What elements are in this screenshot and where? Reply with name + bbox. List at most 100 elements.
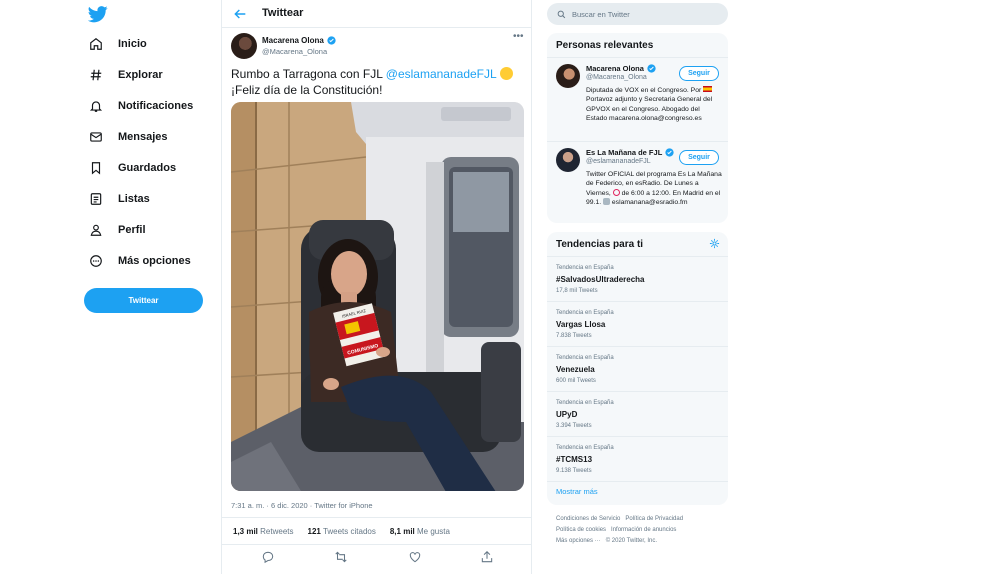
avatar[interactable]	[231, 33, 257, 59]
person-card[interactable]: Macarena Olona @Macarena_Olona Seguir Di…	[547, 59, 728, 142]
trend-context: Tendencia en España	[556, 355, 614, 361]
trend-item[interactable]: Tendencia en España #TCMS13 9.138 Tweets	[547, 437, 728, 482]
show-more-link[interactable]: Mostrar más	[556, 487, 598, 496]
hashtag-icon	[88, 67, 104, 83]
train-photo-illustration: ISRAEL RUIZ COMUNISMO	[231, 102, 524, 491]
nav-item-mensajes[interactable]: Mensajes	[88, 124, 168, 150]
nav-item-label: Perfil	[118, 224, 146, 236]
trend-item[interactable]: Tendencia en España Vargas Llosa 7.838 T…	[547, 302, 728, 347]
spain-flag-icon	[703, 86, 713, 92]
trend-item[interactable]: Tendencia en España UPyD 3.394 Tweets	[547, 392, 728, 437]
mention-link[interactable]: @eslamananadeFJL	[386, 67, 496, 81]
bio-text: Portavoz adjunto y Secretaria General de…	[586, 96, 713, 123]
bio-text: Diputada de VOX en el Congreso. Por	[586, 87, 704, 94]
more-circle-icon	[88, 253, 104, 269]
likes-label: Me gusta	[417, 526, 450, 536]
tweet-text-line2: ¡Feliz día de la Constitución!	[231, 83, 383, 97]
retweets-stat[interactable]: 1,3 mil Retweets	[233, 527, 294, 536]
retweets-label: Retweets	[260, 526, 294, 536]
quotes-count: 121	[307, 526, 321, 536]
tweet-text-part: Rumbo a Tarragona con FJL	[231, 67, 386, 81]
relevant-people-panel: Personas relevantes Macarena Olona @Maca…	[547, 33, 728, 223]
nav-item-label: Listas	[118, 193, 150, 205]
nav-item-label: Notificaciones	[118, 100, 194, 112]
retweets-count: 1,3 mil	[233, 526, 258, 536]
trends-title: Tendencias para ti	[547, 232, 728, 257]
nav-item-listas[interactable]: Listas	[88, 186, 150, 212]
nav-item-mas-opciones[interactable]: Más opciones	[88, 248, 191, 274]
twitter-logo-icon[interactable]	[88, 4, 108, 24]
privacy-link[interactable]: Política de Privacidad	[625, 516, 683, 522]
nav-item-perfil[interactable]: Perfil	[88, 217, 146, 243]
trend-count: 9.138 Tweets	[556, 468, 592, 474]
trend-context: Tendencia en España	[556, 265, 614, 271]
tweet-photo[interactable]: ISRAEL RUIZ COMUNISMO	[231, 102, 524, 491]
retweet-icon[interactable]	[334, 550, 348, 564]
like-heart-icon[interactable]	[408, 550, 422, 564]
radio-icon	[603, 198, 611, 206]
nav-item-label: Inicio	[118, 38, 147, 50]
likes-stat[interactable]: 8,1 mil Me gusta	[390, 527, 450, 536]
person-icon	[88, 222, 104, 238]
trend-item[interactable]: Tendencia en España Venezuela 600 mil Tw…	[547, 347, 728, 392]
verified-badge-icon	[327, 36, 336, 45]
trend-count: 3.394 Tweets	[556, 423, 592, 429]
nav-item-explorar[interactable]: Explorar	[88, 62, 163, 88]
settings-gear-icon[interactable]	[709, 238, 720, 249]
person-bio: Diputada de VOX en el Congreso. Por Port…	[586, 86, 722, 124]
ads-info-link[interactable]: Información de anuncios	[611, 527, 676, 533]
person-name[interactable]: Es La Mañana de FJL	[586, 148, 674, 157]
bell-icon	[88, 98, 104, 114]
avatar[interactable]	[556, 148, 580, 172]
bookmark-icon	[88, 160, 104, 176]
trends-panel: Tendencias para ti Tendencia en España #…	[547, 232, 728, 505]
person-name-text: Macarena Olona	[586, 64, 644, 73]
tweet-button[interactable]: Twittear	[84, 288, 203, 313]
nav-item-inicio[interactable]: Inicio	[88, 31, 147, 57]
nav-item-label: Explorar	[118, 69, 163, 81]
page-title: Twittear	[262, 7, 304, 19]
cookies-link[interactable]: Política de cookies	[556, 527, 606, 533]
trend-count: 17,8 mil Tweets	[556, 288, 598, 294]
quotes-label: Tweets citados	[322, 526, 376, 536]
tweet-meta[interactable]: 7:31 a. m. · 6 dic. 2020 · Twitter for i…	[231, 501, 373, 510]
tweet-stats: 1,3 mil Retweets 121 Tweets citados 8,1 …	[222, 517, 532, 545]
search-box[interactable]	[547, 3, 728, 25]
nav-item-notificaciones[interactable]: Notificaciones	[88, 93, 193, 119]
follow-button[interactable]: Seguir	[679, 150, 719, 165]
reply-icon[interactable]	[261, 550, 275, 564]
terms-link[interactable]: Condiciones de Servicio	[556, 516, 620, 522]
tweet-actions	[222, 545, 532, 569]
verified-badge-icon	[665, 148, 674, 157]
trend-item[interactable]: Tendencia en España #SalvadosUltraderech…	[547, 257, 728, 302]
share-icon[interactable]	[480, 550, 494, 564]
winking-tongue-emoji-icon	[499, 67, 513, 80]
nav-item-guardados[interactable]: Guardados	[88, 155, 176, 181]
nav-item-label: Mensajes	[118, 131, 168, 143]
avatar[interactable]	[556, 64, 580, 88]
more-options-link[interactable]: Más opciones ···	[556, 538, 601, 544]
quotes-stat[interactable]: 121 Tweets citados	[308, 527, 376, 536]
relevant-people-title: Personas relevantes	[547, 33, 728, 58]
trend-context: Tendencia en España	[556, 445, 614, 451]
main-column: Twittear Macarena Olona @Macarena_Olona …	[221, 0, 532, 574]
nav-item-label: Más opciones	[118, 255, 191, 267]
person-card[interactable]: Es La Mañana de FJL @eslamananadeFJL Seg…	[547, 143, 728, 223]
follow-button[interactable]: Seguir	[679, 66, 719, 81]
back-arrow-icon[interactable]	[232, 6, 248, 22]
person-handle: @eslamananadeFJL	[586, 158, 651, 165]
trend-count: 7.838 Tweets	[556, 333, 592, 339]
footer-links: Condiciones de Servicio Política de Priva…	[556, 514, 726, 547]
search-input[interactable]	[572, 9, 722, 19]
person-name[interactable]: Macarena Olona	[586, 64, 656, 73]
author-name[interactable]: Macarena Olona	[262, 36, 336, 45]
trend-context: Tendencia en España	[556, 310, 614, 316]
author-name-text: Macarena Olona	[262, 36, 324, 45]
likes-count: 8,1 mil	[389, 526, 415, 536]
envelope-icon	[88, 129, 104, 145]
more-options-icon[interactable]: •••	[513, 32, 527, 43]
trend-name: Vargas Llosa	[556, 320, 606, 329]
trend-name: #SalvadosUltraderecha	[556, 275, 645, 284]
author-handle[interactable]: @Macarena_Olona	[262, 47, 327, 56]
copyright-text: © 2020 Twitter, Inc.	[605, 538, 658, 544]
